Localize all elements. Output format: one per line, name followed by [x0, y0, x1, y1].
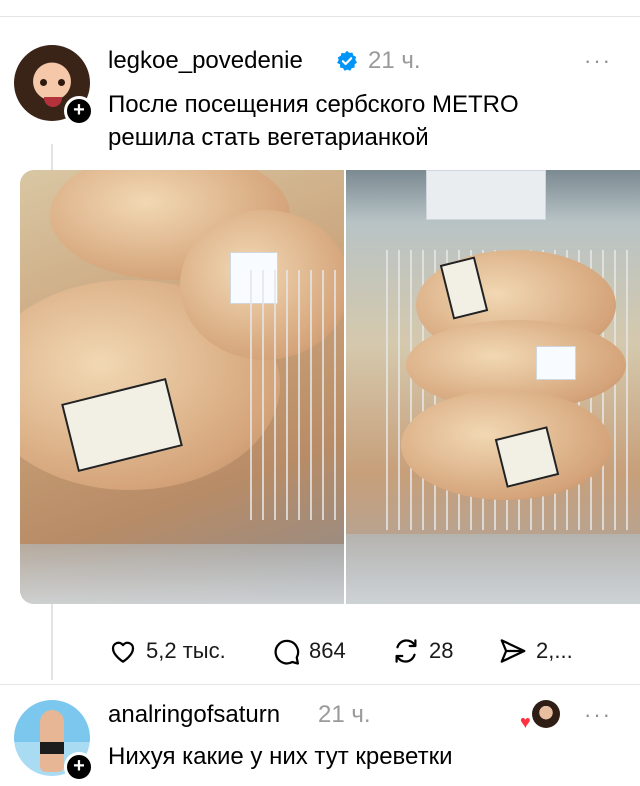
- share-count: 2,...: [536, 638, 573, 663]
- heart-icon: [111, 641, 135, 663]
- more-options-icon[interactable]: ···: [584, 702, 612, 728]
- display-glass: [20, 544, 344, 604]
- avatar-eye-right: [58, 79, 65, 86]
- avatar-swimsuit: [40, 742, 64, 754]
- author-liked-heart-icon: ♥: [520, 712, 531, 732]
- avatar-eye-left: [40, 79, 47, 86]
- verified-badge-icon: [337, 50, 357, 71]
- author-liked-avatar: [532, 700, 560, 728]
- display-glass: [346, 534, 640, 604]
- avatar-figure: [40, 710, 64, 772]
- repost-count: 28: [429, 638, 454, 663]
- like-count: 5,2 тыс.: [146, 638, 226, 663]
- post-divider: [0, 684, 640, 685]
- like-button[interactable]: 5,2 тыс.: [108, 636, 226, 666]
- avatar-mouth: [44, 97, 62, 107]
- post-caption-line2: решила стать вегетарианкой: [108, 124, 429, 151]
- follow-plus-button[interactable]: +: [64, 96, 94, 126]
- more-options-icon[interactable]: ···: [584, 48, 612, 74]
- comment-button[interactable]: 864: [271, 636, 346, 666]
- comment-count: 864: [309, 638, 346, 663]
- comment-bubble-icon: [274, 639, 300, 665]
- post-caption: После посещения сербского METRO решила с…: [108, 88, 608, 154]
- display-rack: [250, 270, 344, 520]
- post-image-left[interactable]: [20, 170, 344, 604]
- reply-timestamp: 21 ч.: [318, 701, 371, 728]
- follow-plus-button[interactable]: +: [64, 752, 94, 782]
- share-button[interactable]: 2,...: [498, 636, 573, 666]
- repost-icon: [395, 639, 417, 663]
- send-icon: [500, 639, 526, 663]
- reply-username[interactable]: analringofsaturn: [108, 701, 280, 729]
- reply-text: Нихуя какие у них тут креветки: [108, 743, 453, 770]
- post-image-right[interactable]: [346, 170, 640, 604]
- price-tag: [536, 346, 576, 380]
- top-separator: [0, 16, 640, 17]
- author-username[interactable]: legkoe_povedenie: [108, 47, 303, 75]
- price-tag: [426, 170, 546, 220]
- post-timestamp: 21 ч.: [368, 47, 421, 74]
- post-caption-line1: После посещения сербского METRO: [108, 91, 519, 118]
- repost-button[interactable]: 28: [391, 636, 453, 666]
